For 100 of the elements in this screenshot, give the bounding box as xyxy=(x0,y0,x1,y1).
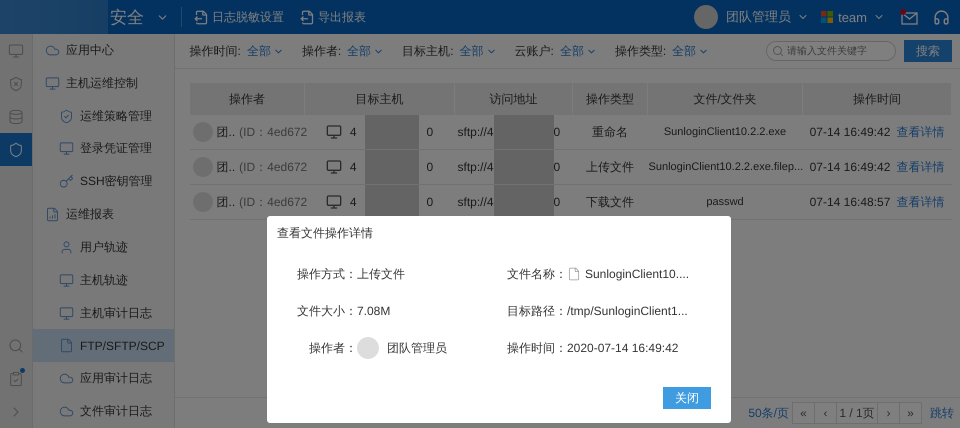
team-name[interactable]: team xyxy=(838,10,867,24)
sidebar-item[interactable]: 用户轨迹 xyxy=(33,230,174,264)
header-action[interactable]: 导出报表 xyxy=(292,8,374,26)
filter-dropdown[interactable]: 全部 xyxy=(347,42,384,60)
operator-name: 团.. xyxy=(216,194,236,210)
file-export-icon xyxy=(300,10,315,24)
column-header: 操作者 xyxy=(190,83,304,115)
address-text: 0 xyxy=(554,125,560,139)
column-header: 操作类型 xyxy=(572,83,648,115)
last-page-button[interactable]: » xyxy=(899,402,922,424)
search-field[interactable]: 请输入文件关键字 xyxy=(766,41,896,61)
monitor-icon xyxy=(59,141,74,156)
field-label: 文件大小： xyxy=(296,302,357,320)
field-label: 目标路径： xyxy=(506,302,567,320)
shield-icon xyxy=(59,108,74,124)
table-cell: SunloginClient10.2.2.exe xyxy=(648,115,802,150)
address-text: sftp://4 xyxy=(458,125,494,139)
avatar xyxy=(357,337,379,359)
monitor-icon xyxy=(45,76,60,91)
linux-host-icon xyxy=(326,159,342,175)
operator-id: (ID：4ed672 xyxy=(239,158,308,176)
redaction-block xyxy=(364,185,418,219)
sidebar-item[interactable]: FTP/SFTP/SCP xyxy=(33,329,174,362)
details-link[interactable]: 查看详情 xyxy=(896,124,944,140)
sidebar-item[interactable]: 运维策略管理 xyxy=(33,100,174,132)
cloud-icon xyxy=(59,371,74,386)
sidebar-item[interactable]: 主机轨迹 xyxy=(33,264,174,297)
field-value: 7.08M xyxy=(357,304,390,318)
shield-icon xyxy=(8,76,24,92)
redaction-block xyxy=(494,115,554,149)
next-page-button[interactable]: › xyxy=(877,402,900,424)
time-text: 07-14 16:49:42 xyxy=(810,125,890,139)
table-cell: 重命名 xyxy=(572,115,648,150)
table-cell: SunloginClient10.2.2.exe.filep... xyxy=(648,150,802,184)
search-icon xyxy=(8,338,24,354)
details-link[interactable]: 查看详情 xyxy=(896,158,944,176)
field-label: 操作者： xyxy=(308,340,357,356)
field-value: SunloginClient10.... xyxy=(585,267,690,281)
host-text: 0 xyxy=(426,195,434,209)
monitor-icon xyxy=(59,306,74,321)
previous-page-button[interactable]: ‹ xyxy=(814,402,837,424)
linux-host-icon xyxy=(326,194,342,210)
mail-icon[interactable] xyxy=(899,8,919,26)
host-text: 0 xyxy=(426,160,434,174)
host-text: 4 xyxy=(350,160,356,174)
redaction-block xyxy=(364,115,418,149)
monitor-icon xyxy=(59,272,74,288)
search-icon xyxy=(772,45,784,57)
time-text: 07-14 16:49:42 xyxy=(810,160,890,174)
field-label: 操作方式： xyxy=(296,266,357,282)
clipboard-check-icon xyxy=(8,370,24,386)
time-text: 07-14 16:48:57 xyxy=(810,195,890,209)
filter-dropdown[interactable]: 全部 xyxy=(560,42,597,60)
cloud-icon xyxy=(59,404,74,420)
operator-name: 团.. xyxy=(216,124,236,140)
avatar[interactable] xyxy=(694,5,718,29)
sidebar-item[interactable]: 主机运维控制 xyxy=(33,66,174,100)
search-button[interactable]: 搜索 xyxy=(904,40,952,62)
sidebar-item[interactable]: 运维报表 xyxy=(33,198,174,231)
user-name[interactable]: 团队管理员 xyxy=(726,8,792,26)
sidebar-item[interactable]: 应用审计日志 xyxy=(33,362,174,396)
field-value: 2020-07-14 16:49:42 xyxy=(567,341,678,355)
filter-dropdown[interactable]: 全部 xyxy=(246,42,284,60)
sidebar-item[interactable]: 登录凭证管理 xyxy=(33,132,174,166)
user-icon xyxy=(59,240,74,255)
jump-link[interactable]: 跳转 xyxy=(930,404,954,422)
operator-id: (ID：4ed672 xyxy=(239,124,308,140)
address-text: 0 xyxy=(554,160,560,174)
field-value: 团队管理员 xyxy=(387,340,447,356)
sidebar-item[interactable]: 应用中心 xyxy=(33,34,174,67)
page-indicator[interactable]: 1 / 1页 xyxy=(836,402,878,424)
dialog-title: 查看文件操作详情 xyxy=(276,225,374,242)
filter-label: 操作时间: xyxy=(190,42,241,60)
field-value: 上传文件 xyxy=(357,266,405,282)
field-label: 文件名称： xyxy=(506,266,567,282)
team-logo-icon xyxy=(821,11,834,23)
file-export-icon xyxy=(194,10,209,24)
filter-dropdown[interactable]: 全部 xyxy=(672,42,710,60)
operator-name: 团.. xyxy=(216,158,236,176)
notification-dot xyxy=(20,368,25,373)
sidebar-item[interactable]: 文件审计日志 xyxy=(33,395,174,428)
operator-id: (ID：4ed672 xyxy=(239,194,308,210)
database-icon xyxy=(8,108,24,124)
sidebar-item[interactable]: 主机审计日志 xyxy=(33,296,174,330)
column-header: 访问地址 xyxy=(454,83,572,115)
redaction-block xyxy=(494,150,554,184)
close-button[interactable]: 关闭 xyxy=(663,387,711,409)
sidebar-item[interactable]: SSH密钥管理 xyxy=(33,165,174,198)
details-link[interactable]: 查看详情 xyxy=(896,194,944,210)
filter-dropdown[interactable]: 全部 xyxy=(460,42,497,60)
headset-icon[interactable] xyxy=(933,8,950,26)
report-icon xyxy=(45,207,60,222)
page-size-select[interactable]: 50条/页 xyxy=(748,404,789,422)
first-page-button[interactable]: « xyxy=(792,402,815,424)
filter-label: 操作者: xyxy=(302,42,342,60)
filter-label: 目标主机: xyxy=(402,42,454,60)
redaction-block xyxy=(364,150,418,184)
linux-host-icon xyxy=(326,124,342,140)
column-header: 文件/文件夹 xyxy=(648,83,802,115)
header-action[interactable]: 日志脱敏设置 xyxy=(186,8,292,26)
